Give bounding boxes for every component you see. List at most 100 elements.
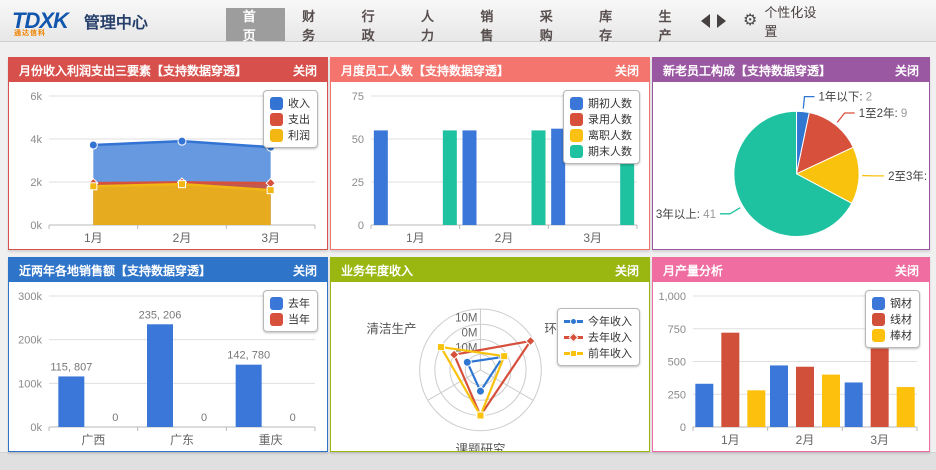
legend-item[interactable]: 收入: [270, 95, 310, 111]
svg-text:课题研究: 课题研究: [455, 442, 506, 451]
panel-body: 02550751月2月3月 期初人数录用人数离职人数期末人数: [331, 82, 649, 249]
legend-item[interactable]: 去年: [270, 295, 310, 311]
legend-swatch: [270, 297, 283, 310]
legend: 钢材线材棒材: [865, 290, 920, 348]
nav-tab-4[interactable]: 销售: [463, 8, 522, 41]
svg-text:1年以下: 2: 1年以下: 2: [819, 90, 873, 104]
nav-tab-0[interactable]: 首页: [226, 8, 285, 41]
panel-close-link[interactable]: 关闭: [293, 262, 317, 279]
svg-text:广西: 广西: [81, 433, 105, 447]
nav-tab-1[interactable]: 财务: [285, 8, 344, 41]
svg-text:2至3年: 9: 2至3年: 9: [888, 169, 929, 183]
panel-header: 月度员工人数【支持数据穿透】 关闭: [331, 58, 649, 82]
legend-swatch: [564, 347, 583, 360]
legend-item[interactable]: 离职人数: [570, 127, 632, 143]
legend-swatch: [570, 97, 583, 110]
logo-subtext: 通达信科: [14, 28, 46, 38]
logo-area: TDXK 通达信科 管理中心: [0, 0, 226, 41]
legend-item[interactable]: 支出: [270, 111, 310, 127]
legend-item[interactable]: 去年收入: [564, 329, 632, 345]
nav-tab-3[interactable]: 人力: [404, 8, 463, 41]
svg-text:2月: 2月: [495, 231, 514, 245]
legend-item[interactable]: 线材: [872, 311, 912, 327]
legend-swatch: [270, 113, 283, 126]
gear-icon[interactable]: ⚙: [743, 13, 757, 29]
panel-employee-tenure-pie: 新老员工构成【支持数据穿透】 关闭 1年以下: 2 1至2年: 9 2至3年: 9 3…: [652, 57, 930, 250]
legend-item[interactable]: 录用人数: [570, 111, 632, 127]
legend-item[interactable]: 期初人数: [570, 95, 632, 111]
legend-label: 棒材: [890, 327, 912, 343]
nav-tab-5[interactable]: 采购: [523, 8, 582, 41]
svg-text:1至2年: 9: 1至2年: 9: [859, 106, 908, 120]
svg-text:0k: 0k: [30, 220, 42, 232]
panel-close-link[interactable]: 关闭: [895, 262, 919, 279]
svg-text:250: 250: [668, 389, 686, 401]
scroll-left-icon[interactable]: [701, 14, 710, 28]
panel-monthly-headcount: 月度员工人数【支持数据穿透】 关闭 02550751月2月3月 期初人数录用人数…: [330, 57, 650, 250]
panel-close-link[interactable]: 关闭: [615, 262, 639, 279]
svg-text:100k: 100k: [18, 378, 42, 390]
legend-item[interactable]: 钢材: [872, 295, 912, 311]
legend-swatch: [270, 313, 283, 326]
panel-header: 新老员工构成【支持数据穿透】 关闭: [653, 58, 929, 82]
nav-tab-2[interactable]: 行政: [345, 8, 404, 41]
svg-text:0: 0: [112, 412, 118, 424]
panel-title: 月产量分析: [663, 262, 723, 279]
svg-text:0: 0: [290, 412, 296, 424]
svg-text:300k: 300k: [18, 291, 42, 303]
legend-item[interactable]: 期末人数: [570, 143, 632, 159]
panel-close-link[interactable]: 关闭: [895, 62, 919, 79]
svg-text:3月: 3月: [261, 231, 280, 245]
svg-text:500: 500: [668, 357, 686, 369]
legend-item[interactable]: 利润: [270, 127, 310, 143]
company-logo: TDXK 通达信科: [12, 10, 68, 32]
panel-header: 业务年度收入 关闭: [331, 258, 649, 282]
svg-text:3月: 3月: [870, 433, 889, 447]
svg-text:0: 0: [680, 422, 686, 434]
legend-swatch: [564, 315, 583, 328]
panel-close-link[interactable]: 关闭: [615, 62, 639, 79]
panel-header: 月产量分析 关闭: [653, 258, 929, 282]
panel-title: 月度员工人数【支持数据穿透】: [341, 62, 509, 79]
legend-swatch: [872, 313, 885, 326]
legend-swatch: [570, 129, 583, 142]
panel-close-link[interactable]: 关闭: [293, 62, 317, 79]
legend-swatch: [270, 129, 283, 142]
svg-text:115, 807: 115, 807: [50, 361, 92, 373]
svg-text:200k: 200k: [18, 335, 42, 347]
personalization-settings-link[interactable]: 个性化设置: [764, 2, 828, 40]
chart-employee-tenure-pie[interactable]: 1年以下: 2 1至2年: 9 2至3年: 9 3年以上: 41: [653, 82, 929, 249]
legend-label: 线材: [890, 311, 912, 327]
panels-grid: 月份收入利润支出三要素【支持数据穿透】 关闭 0k2k4k6k1月2月3月 收入…: [0, 42, 936, 452]
panel-body: 0k100k200k300k广西广东重庆115, 807235, 206142,…: [9, 282, 327, 451]
legend-label: 利润: [288, 127, 310, 143]
svg-text:0: 0: [201, 412, 207, 424]
nav-tab-6[interactable]: 库存: [582, 8, 641, 41]
legend-label: 支出: [288, 111, 310, 127]
nav-tabs: 首页财务行政人力销售采购库存生产: [226, 0, 701, 41]
panel-monthly-output: 月产量分析 关闭 02505007501,0001月2月3月 钢材线材棒材: [652, 257, 930, 452]
legend-label: 期初人数: [588, 95, 632, 111]
panel-title: 新老员工构成【支持数据穿透】: [663, 62, 831, 79]
legend-label: 收入: [288, 95, 310, 111]
legend-item[interactable]: 今年收入: [564, 313, 632, 329]
legend-label: 当年: [288, 311, 310, 327]
svg-text:1月: 1月: [84, 231, 103, 245]
panel-title: 近两年各地销售额【支持数据穿透】: [19, 262, 211, 279]
legend-item[interactable]: 前年收入: [564, 345, 632, 361]
legend-swatch: [564, 331, 583, 344]
svg-text:235, 206: 235, 206: [139, 309, 182, 321]
legend-label: 去年: [288, 295, 310, 311]
legend: 收入支出利润: [263, 90, 318, 148]
panel-income-expense-profit: 月份收入利润支出三要素【支持数据穿透】 关闭 0k2k4k6k1月2月3月 收入…: [8, 57, 328, 250]
panel-body: 02505007501,0001月2月3月 钢材线材棒材: [653, 282, 929, 451]
panel-title: 月份收入利润支出三要素【支持数据穿透】: [19, 62, 247, 79]
legend-item[interactable]: 棒材: [872, 327, 912, 343]
svg-text:3年以上: 41: 3年以上: 41: [656, 207, 716, 221]
svg-text:清洁生产: 清洁生产: [366, 322, 416, 336]
legend-item[interactable]: 当年: [270, 311, 310, 327]
svg-text:2k: 2k: [30, 177, 42, 189]
legend-swatch: [270, 97, 283, 110]
nav-tab-7[interactable]: 生产: [642, 8, 701, 41]
scroll-right-icon[interactable]: [717, 14, 726, 28]
